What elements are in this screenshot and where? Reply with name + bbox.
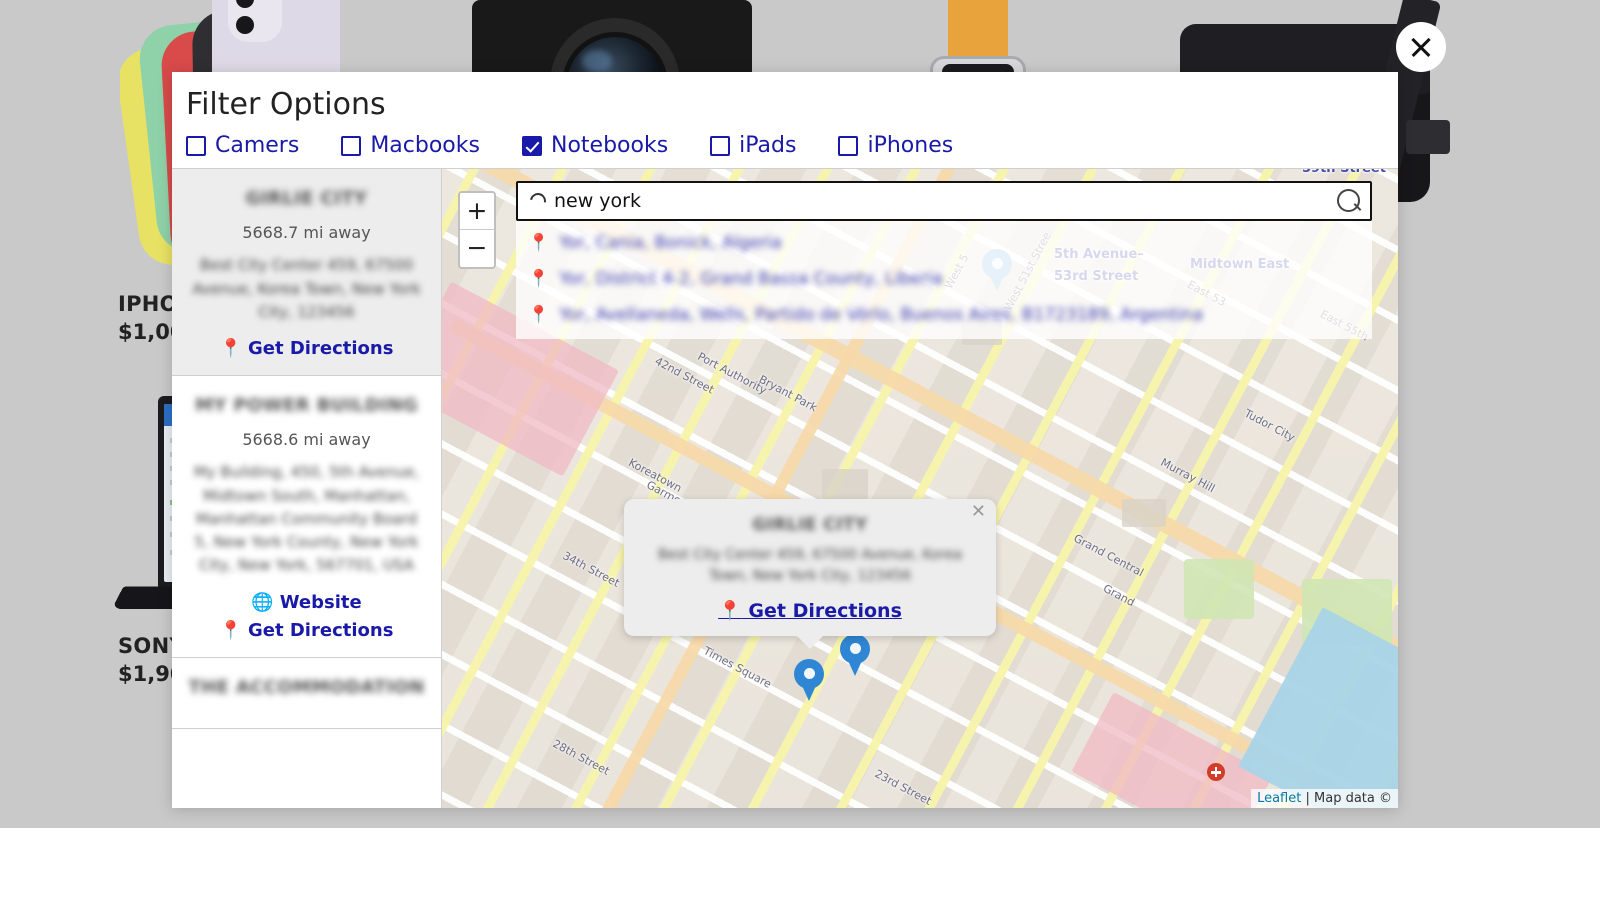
map-pin-icon: 📍	[220, 338, 242, 359]
popup-address: Best City Center 459, 67500 Avenue, Kore…	[642, 545, 978, 587]
search-result-item[interactable]: 📍 Yor, Cania, Bonick, Algeria	[516, 225, 1372, 261]
location-distance: 5668.7 mi away	[188, 223, 425, 242]
filter-macbooks[interactable]: Macbooks	[341, 133, 480, 158]
location-card[interactable]: GIRLIE CITY 5668.7 mi away Best City Cen…	[172, 169, 441, 376]
checkbox-camers[interactable]	[186, 136, 206, 156]
website-label: Website	[280, 592, 362, 613]
search-input-row[interactable]	[516, 181, 1372, 221]
filter-camers[interactable]: Camers	[186, 133, 299, 158]
map-pin-icon: 📍	[220, 620, 242, 641]
search-icon[interactable]	[1336, 188, 1362, 214]
get-directions-label: Get Directions	[248, 338, 393, 359]
search-result-item[interactable]: 📍 Yor, District 4-2, Grand Bassa County,…	[516, 261, 1372, 297]
zoom-in-button[interactable]: +	[460, 193, 494, 230]
popup-get-directions-link[interactable]: 📍 Get Directions	[642, 599, 978, 622]
location-distance: 5668.6 mi away	[188, 430, 425, 449]
search-result-item[interactable]: 📍 Yor, Avellaneda, Wells, Partido de Vér…	[516, 297, 1372, 333]
search-result-label: Yor, Cania, Bonick, Algeria	[559, 233, 782, 253]
attribution-separator: |	[1305, 791, 1309, 806]
filter-ipads[interactable]: iPads	[710, 133, 796, 158]
location-card[interactable]: MY POWER BUILDING 5668.6 mi away My Buil…	[172, 376, 441, 658]
map-block	[822, 469, 868, 499]
modal-body: GIRLIE CITY 5668.7 mi away Best City Cen…	[172, 168, 1398, 808]
map-pin-icon: 📍	[528, 233, 549, 253]
map-pane[interactable]: 59th Street 5th Avenue– 53rd Street Midt…	[442, 168, 1398, 808]
filter-label-iphones: iPhones	[867, 133, 953, 158]
map-popup[interactable]: ✕ GIRLIE CITY Best City Center 459, 6750…	[624, 499, 996, 636]
location-name: THE ACCOMMODATION	[188, 676, 425, 700]
filter-label-camers: Camers	[215, 133, 299, 158]
map-label: 59th Street	[1302, 168, 1386, 176]
zoom-out-button[interactable]: −	[460, 230, 494, 267]
hospital-marker[interactable]	[1207, 763, 1225, 781]
map-pin-icon: 📍	[528, 269, 549, 289]
map-park	[1184, 559, 1254, 619]
location-name: GIRLIE CITY	[188, 187, 425, 211]
modal-header: Filter Options Camers Macbooks Notebooks…	[172, 72, 1398, 168]
leaflet-link[interactable]: Leaflet	[1257, 791, 1301, 806]
primary-location-marker[interactable]	[794, 659, 824, 701]
get-directions-label: Get Directions	[248, 620, 393, 641]
filter-notebooks[interactable]: Notebooks	[522, 133, 668, 158]
location-address: My Building, 450, 5th Avenue, Midtown So…	[188, 461, 425, 577]
map-block	[1122, 499, 1166, 527]
background-white-footer	[0, 828, 1600, 900]
checkbox-notebooks[interactable]	[522, 136, 542, 156]
checkbox-ipads[interactable]	[710, 136, 730, 156]
spinner-icon	[527, 190, 549, 212]
popup-title: GIRLIE CITY	[642, 515, 978, 535]
filter-label-notebooks: Notebooks	[551, 133, 668, 158]
checkbox-macbooks[interactable]	[341, 136, 361, 156]
location-address: Best City Center 459, 67500 Avenue, Kore…	[188, 254, 425, 324]
filter-checkbox-row: Camers Macbooks Notebooks iPads iPhones	[186, 133, 1398, 168]
search-result-label: Yor, Avellaneda, Wells, Partido de Vérlo…	[559, 305, 1203, 325]
globe-icon: 🌐	[251, 592, 273, 613]
map-search-control[interactable]: 📍 Yor, Cania, Bonick, Algeria 📍 Yor, Dis…	[516, 181, 1372, 339]
search-results-list[interactable]: 📍 Yor, Cania, Bonick, Algeria 📍 Yor, Dis…	[516, 221, 1372, 339]
get-directions-link[interactable]: 📍 Get Directions	[188, 620, 425, 641]
search-input[interactable]	[554, 190, 1336, 212]
popup-link-label: Get Directions	[748, 600, 901, 622]
website-link[interactable]: 🌐 Website	[188, 592, 425, 613]
secondary-location-marker[interactable]	[840, 634, 870, 676]
location-name: MY POWER BUILDING	[188, 394, 425, 418]
map-zoom-control[interactable]: + −	[458, 191, 496, 269]
checkbox-iphones[interactable]	[838, 136, 858, 156]
filter-label-ipads: iPads	[739, 133, 796, 158]
location-list-sidebar[interactable]: GIRLIE CITY 5668.7 mi away Best City Cen…	[172, 168, 442, 808]
location-card[interactable]: THE ACCOMMODATION	[172, 658, 441, 729]
map-pin-icon: 📍	[718, 600, 742, 622]
map-pin-icon: 📍	[528, 305, 549, 325]
get-directions-link[interactable]: 📍 Get Directions	[188, 338, 425, 359]
close-icon[interactable]	[1396, 22, 1446, 72]
filter-label-macbooks: Macbooks	[370, 133, 480, 158]
attribution-data: Map data ©	[1314, 791, 1392, 806]
filter-iphones[interactable]: iPhones	[838, 133, 953, 158]
filter-options-modal: Filter Options Camers Macbooks Notebooks…	[172, 72, 1398, 808]
search-result-label: Yor, District 4-2, Grand Bassa County, L…	[559, 269, 942, 289]
page-title: Filter Options	[186, 88, 1398, 121]
map-attribution: Leaflet | Map data ©	[1251, 789, 1398, 808]
